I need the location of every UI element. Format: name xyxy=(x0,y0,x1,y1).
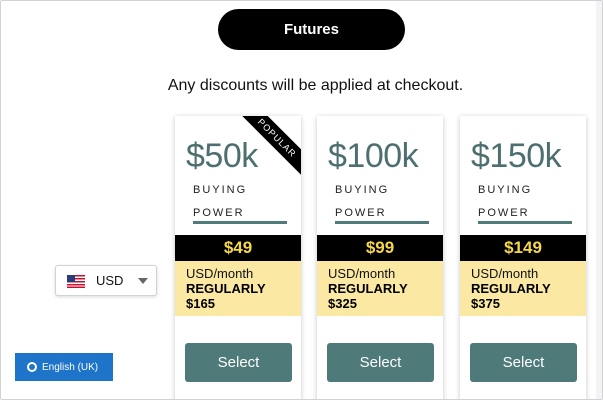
per-month-label: USD/month xyxy=(186,266,254,281)
buying-label: BUYING xyxy=(478,184,533,196)
buying-label: BUYING xyxy=(193,184,248,196)
power-label: POWER xyxy=(335,207,387,219)
plan-price: $99 xyxy=(317,235,443,261)
us-flag-icon xyxy=(67,275,85,288)
power-bar xyxy=(193,221,287,224)
regularly-label: REGULARLY xyxy=(471,281,551,296)
plan-amount: $150k xyxy=(471,137,562,175)
buying-label: BUYING xyxy=(335,184,390,196)
regular-price: $325 xyxy=(328,296,357,311)
regular-price: $375 xyxy=(471,296,500,311)
discount-notice: Any discounts will be applied at checkou… xyxy=(167,77,464,94)
globe-icon xyxy=(27,362,37,372)
power-bar xyxy=(478,221,572,224)
tab-futures[interactable]: Futures xyxy=(218,9,405,50)
language-label: English (UK) xyxy=(42,361,99,373)
scrollbar[interactable] xyxy=(596,1,602,399)
promo-band: USD/month REGULARLY $325 xyxy=(317,261,443,316)
per-month-label: USD/month xyxy=(328,266,396,281)
power-label: POWER xyxy=(193,207,245,219)
select-button-label: Select xyxy=(502,354,545,371)
plan-price: $149 xyxy=(460,235,586,261)
plan-card-50k: POPULAR $50k BUYING POWER $49 USD/month … xyxy=(175,116,301,399)
language-button[interactable]: English (UK) xyxy=(15,353,113,381)
promo-band: USD/month REGULARLY $375 xyxy=(460,261,586,316)
select-button-label: Select xyxy=(217,354,260,371)
chevron-down-icon xyxy=(138,278,148,284)
currency-value: USD xyxy=(96,273,124,288)
select-button[interactable]: Select xyxy=(327,343,434,382)
regularly-label: REGULARLY xyxy=(328,281,408,296)
select-button[interactable]: Select xyxy=(185,343,292,382)
plan-card-150k: $150k BUYING POWER $149 USD/month REGULA… xyxy=(460,116,586,399)
plan-amount: $50k xyxy=(186,137,258,175)
promo-band: USD/month REGULARLY $165 xyxy=(175,261,301,316)
plan-card-100k: $100k BUYING POWER $99 USD/month REGULAR… xyxy=(317,116,443,399)
plan-price: $49 xyxy=(175,235,301,261)
power-label: POWER xyxy=(478,207,530,219)
regularly-label: REGULARLY xyxy=(186,281,266,296)
select-button[interactable]: Select xyxy=(470,343,577,382)
page-frame: Futures Any discounts will be applied at… xyxy=(0,0,603,400)
power-bar xyxy=(335,221,429,224)
per-month-label: USD/month xyxy=(471,266,539,281)
regular-price: $165 xyxy=(186,296,215,311)
currency-select[interactable]: USD xyxy=(55,265,157,296)
tab-futures-label: Futures xyxy=(283,21,339,38)
plan-amount: $100k xyxy=(328,137,419,175)
select-button-label: Select xyxy=(359,354,402,371)
